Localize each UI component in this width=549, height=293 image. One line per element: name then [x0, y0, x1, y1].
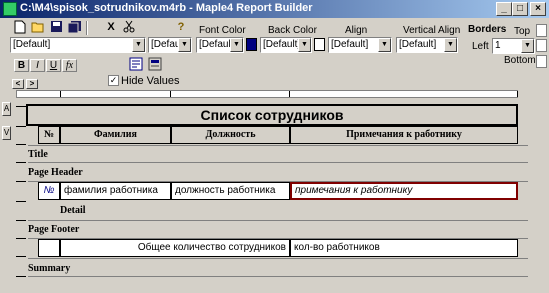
a-button[interactable]: A	[2, 102, 11, 116]
chevron-down-icon[interactable]: ▼	[444, 38, 457, 52]
chevron-down-icon[interactable]: ▼	[378, 38, 391, 52]
band-page-footer[interactable]: Page Footer	[28, 224, 79, 235]
border-top-label: Top	[514, 26, 531, 37]
save-all-icon[interactable]	[66, 20, 82, 35]
app-icon[interactable]	[3, 2, 17, 16]
font-name-select[interactable]: [Default] ▼	[10, 37, 146, 53]
title-bar[interactable]: C:\M4\spisok_sotrudnikov.m4rb - Maple4 R…	[0, 0, 549, 18]
borders-title: Borders	[468, 24, 507, 35]
detail-cell-selected[interactable]: примечания к работнику	[290, 182, 518, 200]
border-top-checkbox[interactable]	[536, 24, 547, 37]
align-select[interactable]: [Default] ▼	[328, 37, 392, 53]
chevron-down-icon[interactable]: ▼	[132, 38, 145, 52]
font-size-select[interactable]: [Default ▼	[148, 37, 192, 53]
align-label: Align	[345, 25, 368, 36]
column-header[interactable]: Примечания к работнику	[290, 126, 518, 144]
vertical-align-label: Vertical Align	[403, 25, 461, 36]
function-button[interactable]: fx	[62, 59, 77, 72]
new-file-icon[interactable]	[12, 20, 28, 35]
ruler-left-button[interactable]: <	[12, 79, 24, 89]
window-title: C:\M4\spisok_sotrudnikov.m4rb - Maple4 R…	[20, 2, 313, 14]
close-button[interactable]: ×	[530, 2, 546, 16]
font-name-value: [Default]	[13, 39, 51, 50]
chevron-down-icon[interactable]: ▼	[230, 38, 243, 52]
chevron-down-icon[interactable]: ▼	[298, 38, 311, 52]
border-left-label: Left	[472, 41, 489, 52]
vertical-strip: A V	[0, 98, 12, 293]
vertical-align-value: [Default]	[399, 39, 437, 50]
vertical-align-select[interactable]: [Default] ▼	[396, 37, 458, 53]
band-detail[interactable]: Detail	[60, 205, 86, 216]
horizontal-ruler[interactable]	[16, 90, 518, 98]
preview-icon[interactable]	[147, 57, 163, 72]
border-left-checkbox[interactable]	[536, 39, 547, 52]
chevron-down-icon[interactable]: ▼	[178, 38, 191, 52]
borders-panel: Borders Top Left 1 ▼ Bottom	[462, 18, 549, 74]
help-button[interactable]: ?	[173, 20, 189, 35]
v-button[interactable]: V	[2, 126, 11, 140]
font-color-swatch[interactable]	[246, 38, 257, 51]
font-color-label: Font Color	[199, 25, 246, 36]
italic-button[interactable]: I	[30, 59, 45, 72]
column-header[interactable]: №	[38, 126, 60, 144]
border-left-value: 1	[495, 40, 501, 51]
footer-cell-empty[interactable]	[38, 239, 60, 257]
cut-icon[interactable]	[121, 20, 137, 35]
hide-values-label: Hide Values	[121, 75, 180, 87]
maximize-button[interactable]: □	[512, 2, 528, 16]
band-summary[interactable]: Summary	[28, 263, 70, 274]
report-properties-icon[interactable]	[128, 57, 144, 72]
back-color-select[interactable]: [Default] ▼	[260, 37, 312, 53]
minimize-button[interactable]: _	[496, 2, 512, 16]
column-header[interactable]: Фамилия	[60, 126, 171, 144]
underline-button[interactable]: U	[46, 59, 61, 72]
band-page-header[interactable]: Page Header	[28, 167, 83, 178]
border-bottom-checkbox[interactable]	[536, 55, 547, 68]
detail-cell[interactable]: фамилия работника	[60, 182, 171, 200]
app-window: C:\M4\spisok_sotrudnikov.m4rb - Maple4 R…	[0, 0, 549, 293]
back-color-value: [Default]	[263, 39, 301, 50]
report-canvas: Список сотрудников № Фамилия Должность П…	[16, 98, 529, 288]
detail-cell[interactable]: должность работника	[171, 182, 290, 200]
band-title[interactable]: Title	[28, 149, 48, 160]
close-report-button[interactable]: X	[103, 20, 119, 35]
ruler-right-button[interactable]: >	[26, 79, 38, 89]
save-icon[interactable]	[48, 20, 64, 35]
report-heading[interactable]: Список сотрудников	[26, 104, 518, 126]
border-left-select[interactable]: 1 ▼	[492, 38, 535, 54]
open-folder-icon[interactable]	[30, 20, 46, 35]
bold-button[interactable]: B	[14, 59, 29, 72]
detail-cell[interactable]: №	[38, 182, 60, 200]
hide-values-checkbox[interactable]: ✓	[108, 75, 119, 86]
column-header[interactable]: Должность	[171, 126, 290, 144]
footer-cell[interactable]: Общее количество сотрудников	[60, 239, 290, 257]
align-value: [Default]	[331, 39, 369, 50]
back-color-swatch[interactable]	[314, 38, 325, 51]
toolbar-separator	[86, 21, 88, 35]
footer-cell[interactable]: кол-во работников	[290, 239, 518, 257]
back-color-label: Back Color	[268, 25, 317, 36]
chevron-down-icon[interactable]: ▼	[521, 39, 534, 53]
border-bottom-label: Bottom	[504, 55, 536, 66]
font-color-select[interactable]: [Default] ▼	[196, 37, 244, 53]
